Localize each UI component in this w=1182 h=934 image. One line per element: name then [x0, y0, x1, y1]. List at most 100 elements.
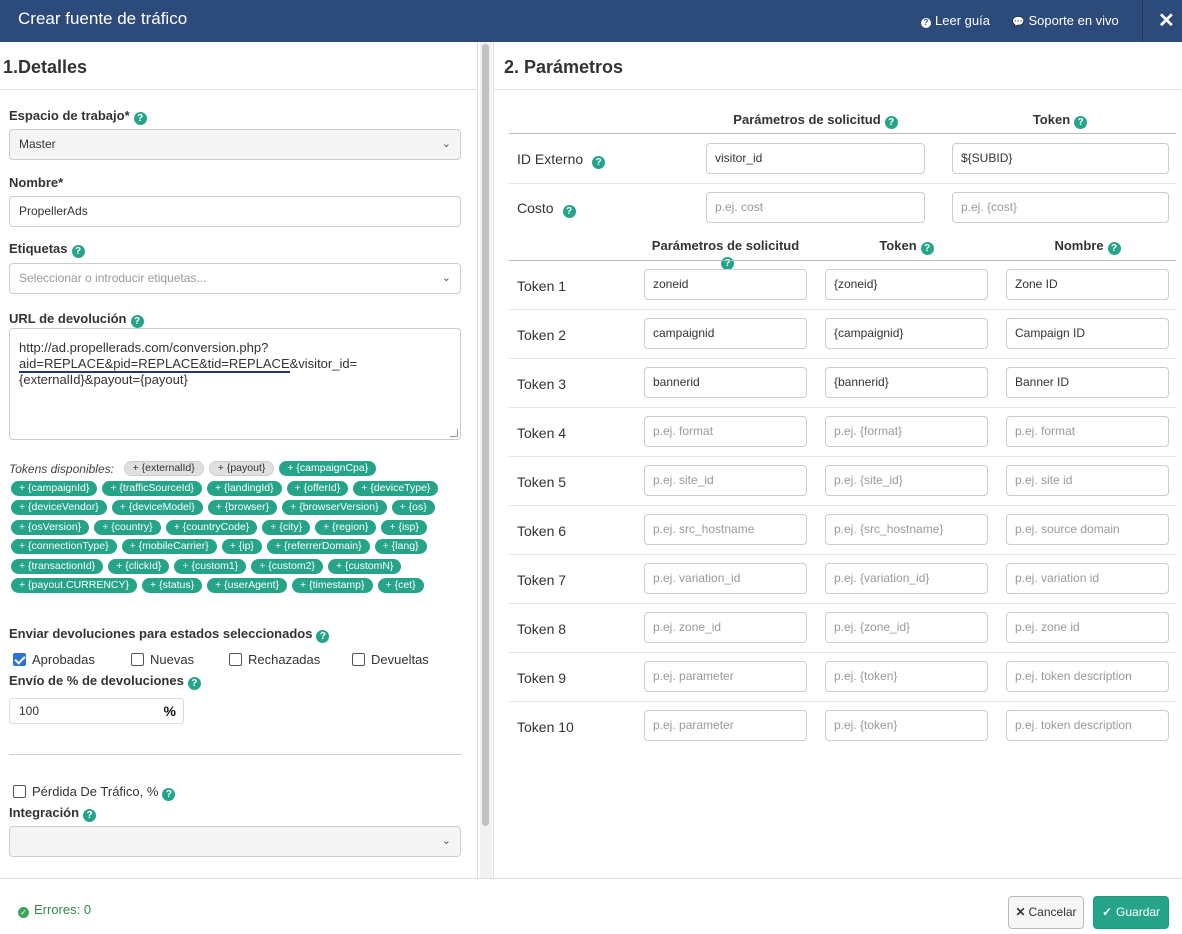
- token-chip[interactable]: + {status}: [142, 578, 203, 594]
- token-chip[interactable]: + {country}: [94, 519, 161, 535]
- external-id-param-input[interactable]: visitor_id: [706, 143, 925, 174]
- save-button[interactable]: ✓ Guardar: [1093, 896, 1169, 929]
- token-chip[interactable]: + {clickId}: [108, 558, 170, 574]
- token-chip[interactable]: + {isp}: [381, 519, 427, 535]
- traffic-loss-checkbox[interactable]: Pérdida De Tráfico, %?: [13, 784, 176, 801]
- close-icon[interactable]: ✕: [1158, 8, 1175, 33]
- help-icon[interactable]: ?: [562, 205, 576, 218]
- live-support-link[interactable]: 💬 Soporte en vivo: [1012, 13, 1119, 28]
- token-chip[interactable]: + {deviceType}: [353, 480, 439, 496]
- checkbox[interactable]: [13, 785, 26, 798]
- token-value-input[interactable]: p.ej. {token}: [825, 710, 988, 741]
- token-param-input[interactable]: p.ej. src_hostname: [644, 514, 807, 545]
- token-chip[interactable]: + {customN}: [327, 558, 402, 574]
- token-chip[interactable]: + {custom1}: [174, 558, 247, 574]
- help-icon[interactable]: ?: [83, 809, 97, 822]
- token-chip[interactable]: + {city}: [262, 519, 311, 535]
- token-value-input[interactable]: {zoneid}: [825, 269, 988, 300]
- token-chip[interactable]: + {custom2}: [251, 558, 323, 574]
- token-param-input[interactable]: zoneid: [644, 269, 807, 300]
- scrollbar-thumb[interactable]: [482, 44, 489, 826]
- token-param-input[interactable]: p.ej. variation_id: [644, 563, 807, 594]
- read-guide-link[interactable]: ? Leer guía: [921, 13, 990, 28]
- postback-percent-input[interactable]: 100%: [9, 698, 184, 724]
- token-param-input[interactable]: campaignid: [644, 318, 807, 349]
- token-param-input[interactable]: p.ej. parameter: [644, 710, 807, 741]
- token-value-input[interactable]: p.ej. {token}: [825, 661, 988, 692]
- token-param-input[interactable]: bannerid: [644, 367, 807, 398]
- token-name-input[interactable]: p.ej. source domain: [1006, 514, 1169, 545]
- token-chip[interactable]: + {browserVersion}: [282, 500, 387, 516]
- token-value-input[interactable]: p.ej. {zone_id}: [825, 612, 988, 643]
- token-chip[interactable]: + {browser}: [207, 500, 278, 516]
- name-input[interactable]: PropellerAds: [9, 196, 461, 227]
- status-new-checkbox[interactable]: Nuevas: [131, 652, 194, 667]
- token-chip[interactable]: + {campaignCpa}: [279, 460, 377, 476]
- checkbox[interactable]: [352, 653, 365, 666]
- token-chip[interactable]: + {campaignId}: [11, 480, 98, 496]
- token-param-input[interactable]: p.ej. site_id: [644, 465, 807, 496]
- token-name-input[interactable]: p.ej. site id: [1006, 465, 1169, 496]
- token-name-input[interactable]: p.ej. variation id: [1006, 563, 1169, 594]
- cost-param-input[interactable]: p.ej. cost: [706, 192, 925, 223]
- token-param-input[interactable]: p.ej. zone_id: [644, 612, 807, 643]
- help-icon[interactable]: ?: [71, 245, 85, 258]
- help-icon[interactable]: ?: [884, 116, 898, 129]
- token-chip[interactable]: + {referrerDomain}: [266, 539, 370, 555]
- token-chip[interactable]: + {payout.CURRENCY}: [11, 578, 138, 594]
- token-chip[interactable]: + {landingId}: [206, 480, 282, 496]
- help-icon[interactable]: ?: [130, 315, 144, 328]
- token-chip[interactable]: + {transactionId}: [11, 558, 104, 574]
- token-value-input[interactable]: p.ej. {src_hostname}: [825, 514, 988, 545]
- help-icon[interactable]: ?: [1074, 116, 1088, 129]
- token-chip[interactable]: + {payout}: [208, 460, 275, 476]
- token-chip[interactable]: + {timestamp}: [292, 578, 373, 594]
- tags-select[interactable]: Seleccionar o introducir etiquetas... ⌄: [9, 263, 461, 294]
- token-name-input[interactable]: Zone ID: [1006, 269, 1169, 300]
- token-name-input[interactable]: p.ej. token description: [1006, 710, 1169, 741]
- token-chip[interactable]: + {countryCode}: [165, 519, 258, 535]
- help-icon[interactable]: ?: [592, 156, 606, 169]
- token-name-input[interactable]: p.ej. zone id: [1006, 612, 1169, 643]
- help-icon[interactable]: ?: [162, 788, 176, 801]
- token-chip[interactable]: + {cet}: [377, 578, 424, 594]
- checkbox-checked[interactable]: [13, 653, 26, 666]
- token-name-input[interactable]: Campaign ID: [1006, 318, 1169, 349]
- token-value-input[interactable]: p.ej. {site_id}: [825, 465, 988, 496]
- token-chip[interactable]: + {region}: [315, 519, 377, 535]
- help-icon[interactable]: ?: [187, 677, 201, 690]
- cancel-button[interactable]: ✕ Cancelar: [1008, 896, 1084, 929]
- status-rejected-checkbox[interactable]: Rechazadas: [229, 652, 320, 667]
- token-value-input[interactable]: {bannerid}: [825, 367, 988, 398]
- token-name-input[interactable]: p.ej. token description: [1006, 661, 1169, 692]
- help-icon[interactable]: ?: [920, 242, 934, 255]
- token-chip[interactable]: + {offerId}: [286, 480, 349, 496]
- token-chip[interactable]: + {deviceModel}: [111, 500, 203, 516]
- token-param-input[interactable]: p.ej. format: [644, 416, 807, 447]
- resize-handle[interactable]: [450, 429, 458, 437]
- token-chip[interactable]: + {mobileCarrier}: [121, 539, 217, 555]
- token-param-input[interactable]: p.ej. parameter: [644, 661, 807, 692]
- help-icon[interactable]: ?: [316, 630, 330, 643]
- status-approved-checkbox[interactable]: Aprobadas: [13, 652, 95, 667]
- checkbox[interactable]: [229, 653, 242, 666]
- token-value-input[interactable]: {campaignid}: [825, 318, 988, 349]
- external-id-token-input[interactable]: ${SUBID}: [952, 143, 1169, 174]
- token-chip[interactable]: + {osVersion}: [11, 519, 90, 535]
- help-icon[interactable]: ?: [133, 112, 147, 125]
- cost-token-input[interactable]: p.ej. {cost}: [952, 192, 1169, 223]
- token-value-input[interactable]: p.ej. {format}: [825, 416, 988, 447]
- token-chip[interactable]: + {ip}: [221, 539, 262, 555]
- token-chip[interactable]: + {userAgent}: [207, 578, 288, 594]
- token-name-input[interactable]: p.ej. format: [1006, 416, 1169, 447]
- token-chip[interactable]: + {lang}: [374, 539, 427, 555]
- token-chip[interactable]: + {trafficSourceId}: [102, 480, 202, 496]
- token-chip[interactable]: + {connectionType}: [11, 539, 117, 555]
- workspace-select[interactable]: Master ⌄: [9, 129, 461, 160]
- status-returned-checkbox[interactable]: Devueltas: [352, 652, 429, 667]
- token-chip[interactable]: + {externalId}: [123, 460, 204, 476]
- token-value-input[interactable]: p.ej. {variation_id}: [825, 563, 988, 594]
- token-name-input[interactable]: Banner ID: [1006, 367, 1169, 398]
- token-chip[interactable]: + {deviceVendor}: [11, 500, 107, 516]
- help-icon[interactable]: ?: [1107, 242, 1121, 255]
